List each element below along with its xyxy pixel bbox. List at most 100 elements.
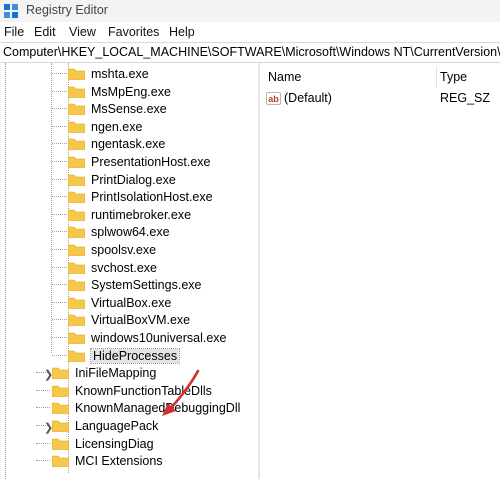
tree-line (52, 73, 67, 74)
menu-help[interactable]: Help (169, 25, 195, 39)
tree-item[interactable]: SystemSettings.exe (68, 276, 201, 293)
tree-line (52, 91, 67, 92)
tree-item-label: MsSense.exe (91, 101, 167, 116)
folder-icon (68, 279, 85, 291)
tree-item-label: VirtualBoxVM.exe (91, 312, 191, 327)
tree-item-label: spoolsv.exe (91, 242, 157, 257)
folder-icon (68, 350, 85, 362)
tree-item[interactable]: mshta.exe (68, 65, 149, 82)
key-tree[interactable]: mshta.exe MsMpEng.exe MsSense.exe ngen.exe n… (0, 63, 240, 479)
menu-edit[interactable]: Edit (34, 25, 56, 39)
tree-line (52, 143, 67, 144)
tree-item[interactable]: HideProcesses (68, 347, 181, 364)
folder-icon (52, 385, 69, 397)
tree-item-label: LanguagePack (75, 418, 159, 433)
expand-arrow-languagepack[interactable]: ❯ (44, 421, 53, 434)
title-bar: Registry Editor (0, 0, 500, 22)
tree-item[interactable]: spoolsv.exe (68, 241, 156, 258)
column-header-type[interactable]: Type (440, 70, 467, 84)
value-name[interactable]: (Default) (284, 91, 332, 105)
tree-item[interactable]: ngen.exe (68, 118, 142, 135)
tree-item-label: SystemSettings.exe (91, 277, 202, 292)
tree-item[interactable]: splwow64.exe (68, 223, 170, 240)
column-separator[interactable] (436, 66, 437, 88)
tree-line (52, 108, 67, 109)
tree-item[interactable]: PrintDialog.exe (68, 171, 176, 188)
column-header-name[interactable]: Name (268, 70, 301, 84)
annotation-arrow-icon (162, 369, 200, 416)
tree-line (52, 196, 67, 197)
tree-item-label: svchost.exe (91, 260, 158, 275)
folder-icon (68, 332, 85, 344)
tree-item[interactable]: ngentask.exe (68, 135, 165, 152)
tree-item-label: runtimebroker.exe (91, 207, 192, 222)
tree-line (5, 63, 6, 479)
folder-icon (68, 138, 85, 150)
tree-item[interactable]: PresentationHost.exe (68, 153, 211, 170)
tree-item[interactable]: PrintIsolationHost.exe (68, 188, 213, 205)
menu-view[interactable]: View (69, 25, 96, 39)
tree-item-label: HideProcesses (89, 347, 181, 364)
menu-bar: File Edit View Favorites Help (0, 22, 500, 42)
tree-item[interactable]: VirtualBoxVM.exe (68, 311, 190, 328)
folder-icon (68, 262, 85, 274)
tree-item-label: PrintDialog.exe (91, 172, 176, 187)
folder-icon (68, 314, 85, 326)
tree-line (52, 267, 67, 268)
tree-line (51, 63, 52, 353)
folder-icon (68, 156, 85, 168)
tree-item[interactable]: MsMpEng.exe (68, 83, 171, 100)
folder-icon (52, 367, 69, 379)
tree-line (52, 284, 67, 285)
folder-icon (68, 209, 85, 221)
tree-item[interactable]: svchost.exe (68, 259, 157, 276)
address-bar[interactable]: Computer\HKEY_LOCAL_MACHINE\SOFTWARE\Mic… (0, 42, 500, 63)
tree-item[interactable]: LicensingDiag (52, 435, 154, 452)
menu-file[interactable]: File (4, 25, 24, 39)
tree-line (52, 231, 67, 232)
tree-item[interactable]: runtimebroker.exe (68, 206, 191, 223)
tree-line (36, 407, 50, 408)
expand-arrow-inifilemapping[interactable]: ❯ (44, 368, 53, 381)
tree-item-label: VirtualBox.exe (91, 295, 172, 310)
tree-item[interactable]: LanguagePack (52, 417, 158, 434)
menu-favorites[interactable]: Favorites (108, 25, 159, 39)
tree-item-label: MCI Extensions (75, 453, 163, 468)
string-value-icon: ab (266, 92, 281, 105)
folder-icon (68, 121, 85, 133)
tree-line (52, 355, 67, 356)
folder-icon (68, 191, 85, 203)
tree-item[interactable]: windows10universal.exe (68, 329, 227, 346)
folder-icon (52, 455, 69, 467)
tree-line (52, 179, 67, 180)
value-type: REG_SZ (440, 91, 491, 105)
tree-item-label: ngen.exe (91, 119, 143, 134)
folder-icon (52, 438, 69, 450)
tree-item[interactable]: VirtualBox.exe (68, 294, 171, 311)
tree-item[interactable]: MCI Extensions (52, 452, 163, 469)
tree-line (52, 337, 67, 338)
tree-item-label: ngentask.exe (91, 136, 166, 151)
tree-item[interactable]: IniFileMapping (52, 364, 156, 381)
tree-item[interactable]: MsSense.exe (68, 100, 167, 117)
tree-item-label: mshta.exe (91, 66, 149, 81)
tree-item[interactable]: KnownManagedDebuggingDlls (52, 399, 240, 416)
tree-line (52, 302, 67, 303)
tree-item-label: IniFileMapping (75, 365, 157, 380)
tree-item-label: PresentationHost.exe (91, 154, 211, 169)
tree-line (52, 249, 67, 250)
folder-icon (68, 174, 85, 186)
folder-icon (52, 402, 69, 414)
tree-line (52, 214, 67, 215)
window-title: Registry Editor (26, 3, 108, 17)
tree-item-label: PrintIsolationHost.exe (91, 189, 213, 204)
tree-line (52, 161, 67, 162)
folder-icon (68, 297, 85, 309)
tree-item-label: MsMpEng.exe (91, 84, 171, 99)
tree-line (36, 443, 50, 444)
values-list[interactable]: Name Type ab (Default) REG_SZ (260, 63, 500, 479)
tree-line (36, 390, 50, 391)
address-path[interactable]: Computer\HKEY_LOCAL_MACHINE\SOFTWARE\Mic… (3, 45, 500, 59)
folder-icon (52, 420, 69, 432)
tree-item-label: splwow64.exe (91, 224, 170, 239)
